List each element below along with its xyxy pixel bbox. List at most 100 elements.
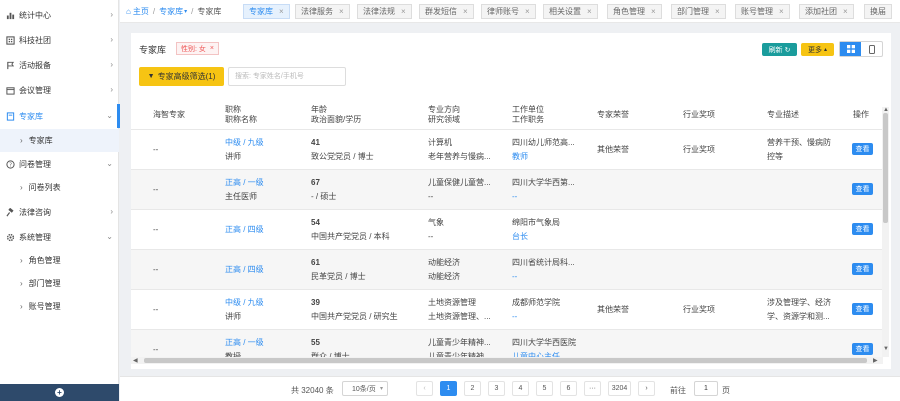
breadcrumb-separator: / [191,7,194,16]
table-row: -- 正高 / 四级 61 民革党员 / 博士 动能经济 动能经济 四川省统计局… [131,250,883,290]
advanced-filter-button[interactable]: ▼ 专家高级筛选(1) [139,67,224,86]
prev-page-button[interactable]: ‹ [416,381,433,396]
chevron-right-icon: › [20,256,23,265]
header-action: 操作 [853,110,869,119]
page-button[interactable]: 6 [560,381,577,396]
sidebar-item-label: 问卷管理 [19,159,51,169]
scroll-down-icon[interactable]: ▼ [883,346,889,352]
close-icon[interactable]: × [279,7,284,16]
view-button[interactable]: 查看 [852,303,873,315]
table-row: -- 中级 / 九级 讲师 39 中国共产党党员 / 研究生 土地资源管理 土地… [131,290,883,330]
tab-dept[interactable]: 部门管理 × [671,4,726,19]
sidebar-item-society[interactable]: 科技社团 › [0,28,119,52]
bar-chart-icon [5,10,15,20]
question-icon: ? [5,159,15,169]
sidebar-subitem-account[interactable]: › 账号管理 [0,295,119,318]
view-button[interactable]: 查看 [852,343,873,355]
scroll-right-icon[interactable]: ▶ [873,357,878,364]
sidebar-subitem-expert[interactable]: › 专家库 [0,129,119,152]
chevron-right-icon: › [20,183,23,192]
scroll-up-icon[interactable]: ▲ [883,107,889,113]
breadcrumb-parent[interactable]: 专家库 [159,6,183,17]
tab-legal-service[interactable]: 法律服务 × [295,4,350,19]
tab-label: 法律法规 [363,7,395,16]
view-button[interactable]: 查看 [852,143,873,155]
sidebar-item-activity[interactable]: 活动报备 › [0,53,119,77]
chevron-right-icon: › [110,85,113,94]
filter-tag[interactable]: 性别: 女 × [176,42,219,55]
view-button[interactable]: 查看 [852,263,873,275]
close-icon[interactable]: × [587,7,592,16]
page-size-select[interactable]: 10条/页 ▾ [342,381,388,396]
tab-lawyer-account[interactable]: 律师账号 × [481,4,536,19]
close-icon[interactable]: × [525,7,530,16]
tab-account[interactable]: 账号管理 × [735,4,790,19]
search-input[interactable] [228,67,346,86]
advanced-filter-label: 专家高级筛选(1) [157,72,216,81]
tab-label: 换届 [870,7,886,16]
scroll-left-icon[interactable]: ◀ [133,357,138,364]
page-unit-label: 页 [722,386,730,395]
goto-page-input[interactable] [694,381,718,396]
mobile-view-button[interactable] [861,42,882,56]
cell-major: 儿童青少年精神... [428,338,491,347]
sidebar-subitem-role[interactable]: › 角色管理 [0,249,119,272]
close-icon[interactable]: × [210,45,214,52]
tab-term[interactable]: 换届 [864,4,892,19]
sidebar-subitem-dept[interactable]: › 部门管理 [0,272,119,295]
more-button[interactable]: 更多 ▴ [801,43,834,56]
close-icon[interactable]: × [401,7,406,16]
tab-label: 律师账号 [487,7,519,16]
page-button[interactable]: 1 [440,381,457,396]
page-button[interactable]: 2 [464,381,481,396]
cell-major: 气象 [428,218,444,227]
tab-add-society[interactable]: 添加社团 × [799,4,854,19]
page-button[interactable]: 3204 [608,381,631,396]
cell-duty: -- [512,272,518,281]
sidebar-subitem-survey-list[interactable]: › 问卷列表 [0,176,119,199]
page-button[interactable]: 4 [512,381,529,396]
next-page-button[interactable]: › [638,381,655,396]
close-icon[interactable]: × [843,7,848,16]
cell-title: 正高 / 一级 [225,338,264,347]
sidebar-subitem-label: 问卷列表 [28,183,61,192]
sidebar-item-stats[interactable]: 统计中心 › [0,3,119,27]
cell-org: 四川大学华西第... [512,178,575,187]
header-line: 工作单位 [512,105,544,114]
close-icon[interactable]: × [779,7,784,16]
sidebar-item-system[interactable]: 系统管理 ⌄ [0,225,119,249]
view-button[interactable]: 查看 [852,183,873,195]
tab-settings[interactable]: 相关设置 × [543,4,598,19]
sidebar-collapse-button[interactable]: + [0,384,119,401]
page-button[interactable]: 5 [536,381,553,396]
grid-view-button[interactable] [840,42,861,56]
gear-icon [5,232,15,242]
sidebar-item-expert[interactable]: 专家库 ⌄ [0,104,119,128]
grid-icon [846,45,855,53]
svg-text:?: ? [9,162,12,168]
refresh-button[interactable]: 刷新 ↻ [762,43,797,56]
page-button[interactable]: 3 [488,381,505,396]
close-icon[interactable]: × [651,7,656,16]
sidebar-item-survey[interactable]: ? 问卷管理 ⌄ [0,152,119,176]
tab-sms[interactable]: 群发短信 × [419,4,474,19]
close-icon[interactable]: × [715,7,720,16]
close-icon[interactable]: × [463,7,468,16]
tab-label: 专家库 [249,7,273,16]
sidebar-item-meeting[interactable]: 会议管理 › [0,78,119,102]
page-ellipsis[interactable]: ··· [584,381,601,396]
tab-legal-law[interactable]: 法律法规 × [357,4,412,19]
caret-up-icon: ▴ [823,47,827,53]
sidebar-item-legal[interactable]: 法律咨询 › [0,200,119,224]
breadcrumb-home[interactable]: 主页 [133,6,149,17]
close-icon[interactable]: × [339,7,344,16]
cell-haizhi: -- [153,305,159,314]
table-header: 海智专家 职称 职称名称 年龄 政治面貌/学历 专业方向 研究领域 工作单位 工作职务 … [131,99,883,130]
tab-role[interactable]: 角色管理 × [607,4,662,19]
vertical-scrollbar-thumb[interactable] [883,113,888,223]
tab-expert[interactable]: 专家库 × [243,4,290,19]
horizontal-scrollbar-thumb[interactable] [144,358,867,363]
view-button[interactable]: 查看 [852,223,873,235]
sidebar-subitem-label: 账号管理 [28,302,61,311]
cell-major: 儿童保健儿童营... [428,178,491,187]
